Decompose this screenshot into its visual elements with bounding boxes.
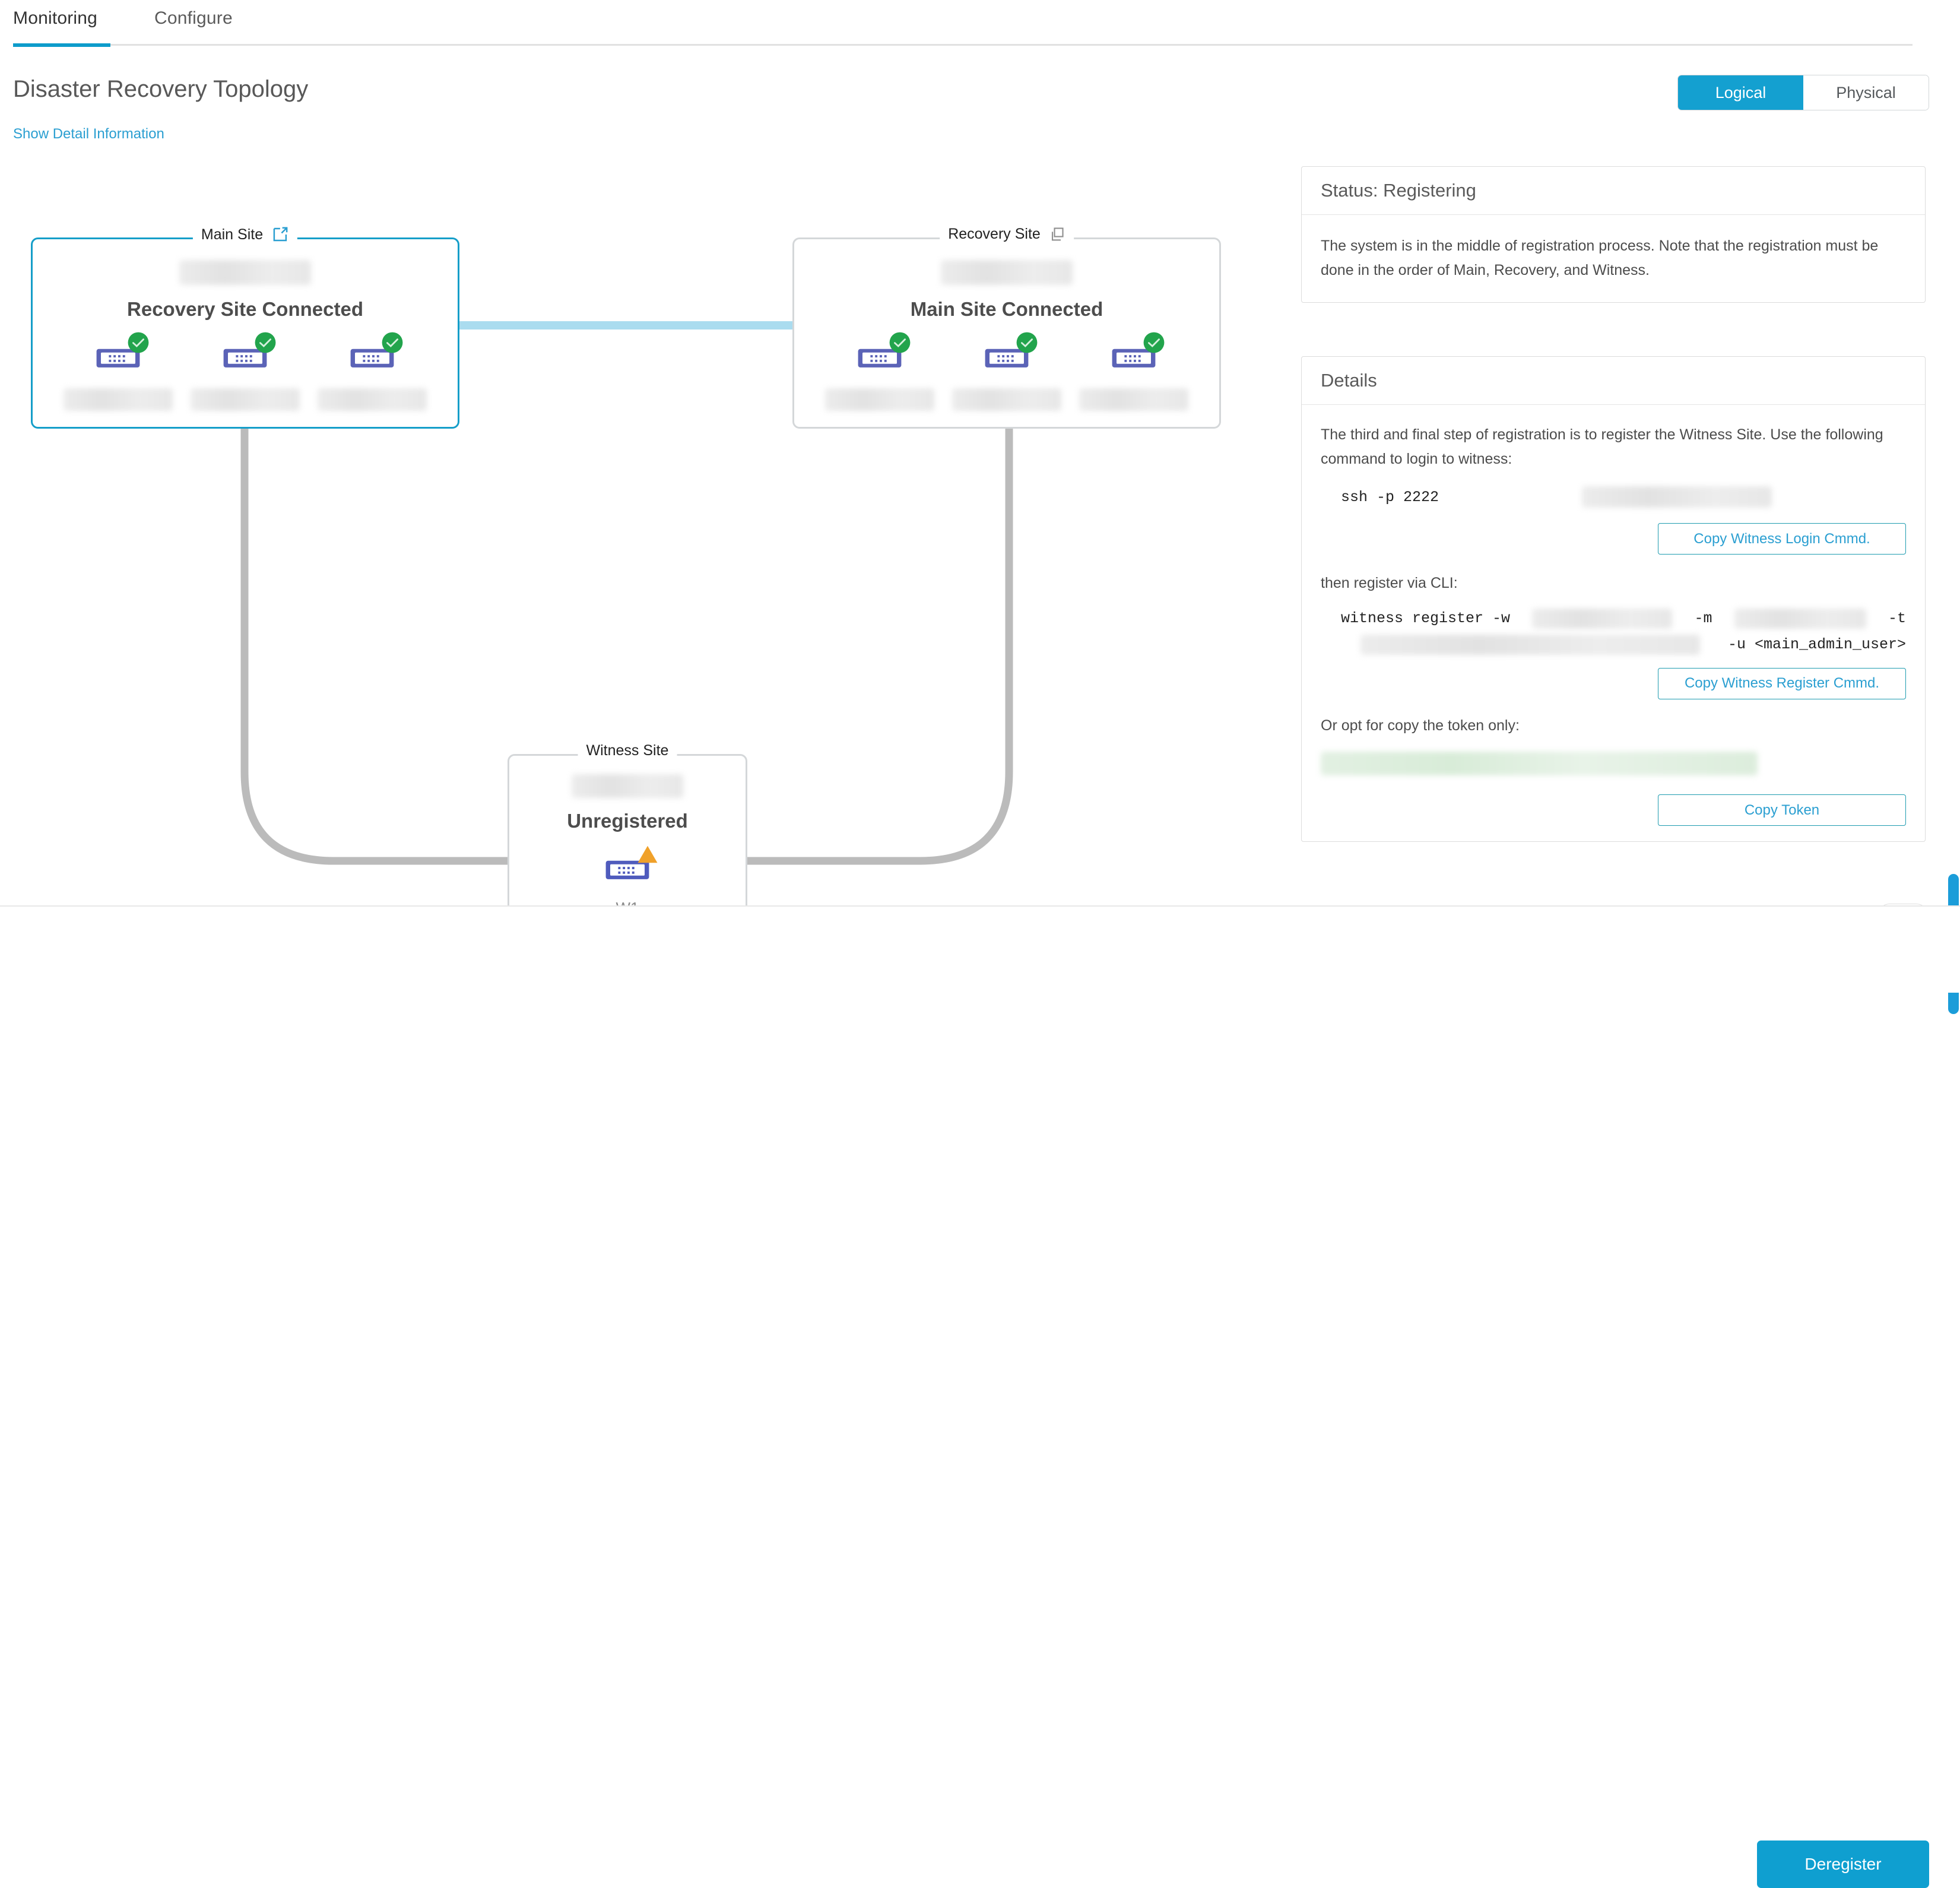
site-main-name-redacted: [179, 260, 311, 285]
link-main-witness: [240, 414, 515, 865]
node-name-redacted: [318, 388, 427, 411]
node-name-redacted: [825, 388, 934, 411]
site-witness-label-group: Witness Site: [578, 742, 677, 759]
token-value-redacted: [1321, 752, 1758, 775]
site-main-label: Main Site: [201, 226, 264, 243]
link-recovery-witness: [743, 414, 1013, 865]
witness-register-u-flag: -u <main_admin_user>: [1727, 636, 1906, 653]
tab-underline: [13, 44, 1913, 46]
site-recovery-label-group: Recovery Site: [940, 226, 1074, 243]
node-item[interactable]: [191, 332, 300, 411]
device-icon: [95, 332, 149, 374]
status-panel-title: Status: Registering: [1302, 167, 1925, 215]
check-badge-icon: [1016, 331, 1038, 357]
device-icon: [604, 845, 658, 886]
external-link-icon[interactable]: [271, 226, 289, 243]
site-recovery-label: Recovery Site: [948, 226, 1041, 242]
witness-login-command-prefix: ssh -p 2222: [1341, 488, 1439, 506]
witness-register-prefix: witness register -w: [1341, 610, 1511, 627]
view-mode-toggle: Logical Physical: [1677, 75, 1929, 110]
device-icon: [857, 332, 911, 374]
witness-login-command: ssh -p 2222: [1321, 486, 1906, 508]
status-panel-body: The system is in the middle of registrat…: [1321, 237, 1879, 278]
node-name-redacted: [191, 388, 300, 411]
witness-login-host-redacted: [1581, 486, 1772, 508]
node-name-redacted: [952, 388, 1061, 411]
topology-canvas: Main Site Recovery Site Connected Recove…: [0, 148, 1294, 927]
tab-configure[interactable]: Configure: [154, 8, 233, 28]
node-item[interactable]: [825, 332, 934, 411]
witness-w-value-redacted: [1532, 608, 1673, 629]
node-item[interactable]: [318, 332, 427, 411]
copy-token-button[interactable]: Copy Token: [1658, 794, 1906, 826]
node-name-redacted: [64, 388, 173, 411]
check-badge-icon: [381, 331, 404, 357]
status-panel: Status: Registering The system is in the…: [1301, 166, 1926, 303]
details-panel: Details The third and final step of regi…: [1301, 356, 1926, 842]
tab-monitoring[interactable]: Monitoring: [13, 8, 97, 28]
site-witness-status: Unregistered: [567, 810, 688, 832]
device-icon: [222, 332, 276, 374]
witness-register-command-line2: -u <main_admin_user>: [1321, 634, 1906, 655]
active-tab-indicator: [13, 43, 110, 47]
details-panel-title: Details: [1302, 357, 1925, 405]
witness-register-m-flag: -m: [1694, 610, 1712, 627]
check-badge-icon: [254, 331, 277, 357]
witness-m-value-redacted: [1734, 608, 1866, 629]
token-label: Or opt for copy the token only:: [1321, 717, 1520, 734]
warning-badge-icon: [636, 843, 659, 869]
top-tab-bar: Monitoring Configure: [0, 0, 1960, 47]
site-witness-label: Witness Site: [586, 742, 669, 759]
witness-register-t-flag: -t: [1888, 610, 1906, 627]
node-item[interactable]: [1079, 332, 1188, 411]
check-badge-icon: [1143, 331, 1165, 357]
node-name-redacted: [1079, 388, 1188, 411]
copy-icon[interactable]: [1049, 226, 1065, 243]
details-intro-text: The third and final step of registration…: [1321, 426, 1883, 467]
node-item[interactable]: [952, 332, 1061, 411]
check-badge-icon: [127, 331, 150, 357]
page-scrollbar-track[interactable]: [1947, 148, 1960, 1014]
witness-t-value-redacted: [1360, 634, 1700, 655]
deregister-button[interactable]: Deregister: [1757, 1841, 1929, 1888]
page-title: Disaster Recovery Topology: [13, 76, 309, 102]
copy-witness-register-button[interactable]: Copy Witness Register Cmmd.: [1658, 667, 1906, 699]
site-witness-name-redacted: [572, 774, 683, 798]
site-main-nodes: [31, 332, 459, 411]
device-icon: [984, 332, 1038, 374]
toggle-physical[interactable]: Physical: [1803, 75, 1929, 110]
register-via-cli-label: then register via CLI:: [1321, 575, 1458, 591]
device-icon: [1111, 332, 1165, 374]
toggle-logical[interactable]: Logical: [1678, 75, 1803, 110]
check-badge-icon: [889, 331, 911, 357]
show-detail-information-link[interactable]: Show Detail Information: [13, 126, 164, 142]
witness-register-command-line1: witness register -w -m -t: [1321, 608, 1906, 629]
site-recovery-name-redacted: [941, 260, 1073, 285]
node-item[interactable]: [64, 332, 173, 411]
device-icon: [349, 332, 403, 374]
site-main-status: Recovery Site Connected: [127, 298, 363, 320]
copy-witness-login-button[interactable]: Copy Witness Login Cmmd.: [1658, 523, 1906, 555]
footer-bar: Deregister: [0, 907, 1960, 1888]
site-main-label-group: Main Site: [192, 226, 298, 243]
site-recovery-nodes: [792, 332, 1221, 411]
site-recovery-status: Main Site Connected: [910, 298, 1103, 320]
